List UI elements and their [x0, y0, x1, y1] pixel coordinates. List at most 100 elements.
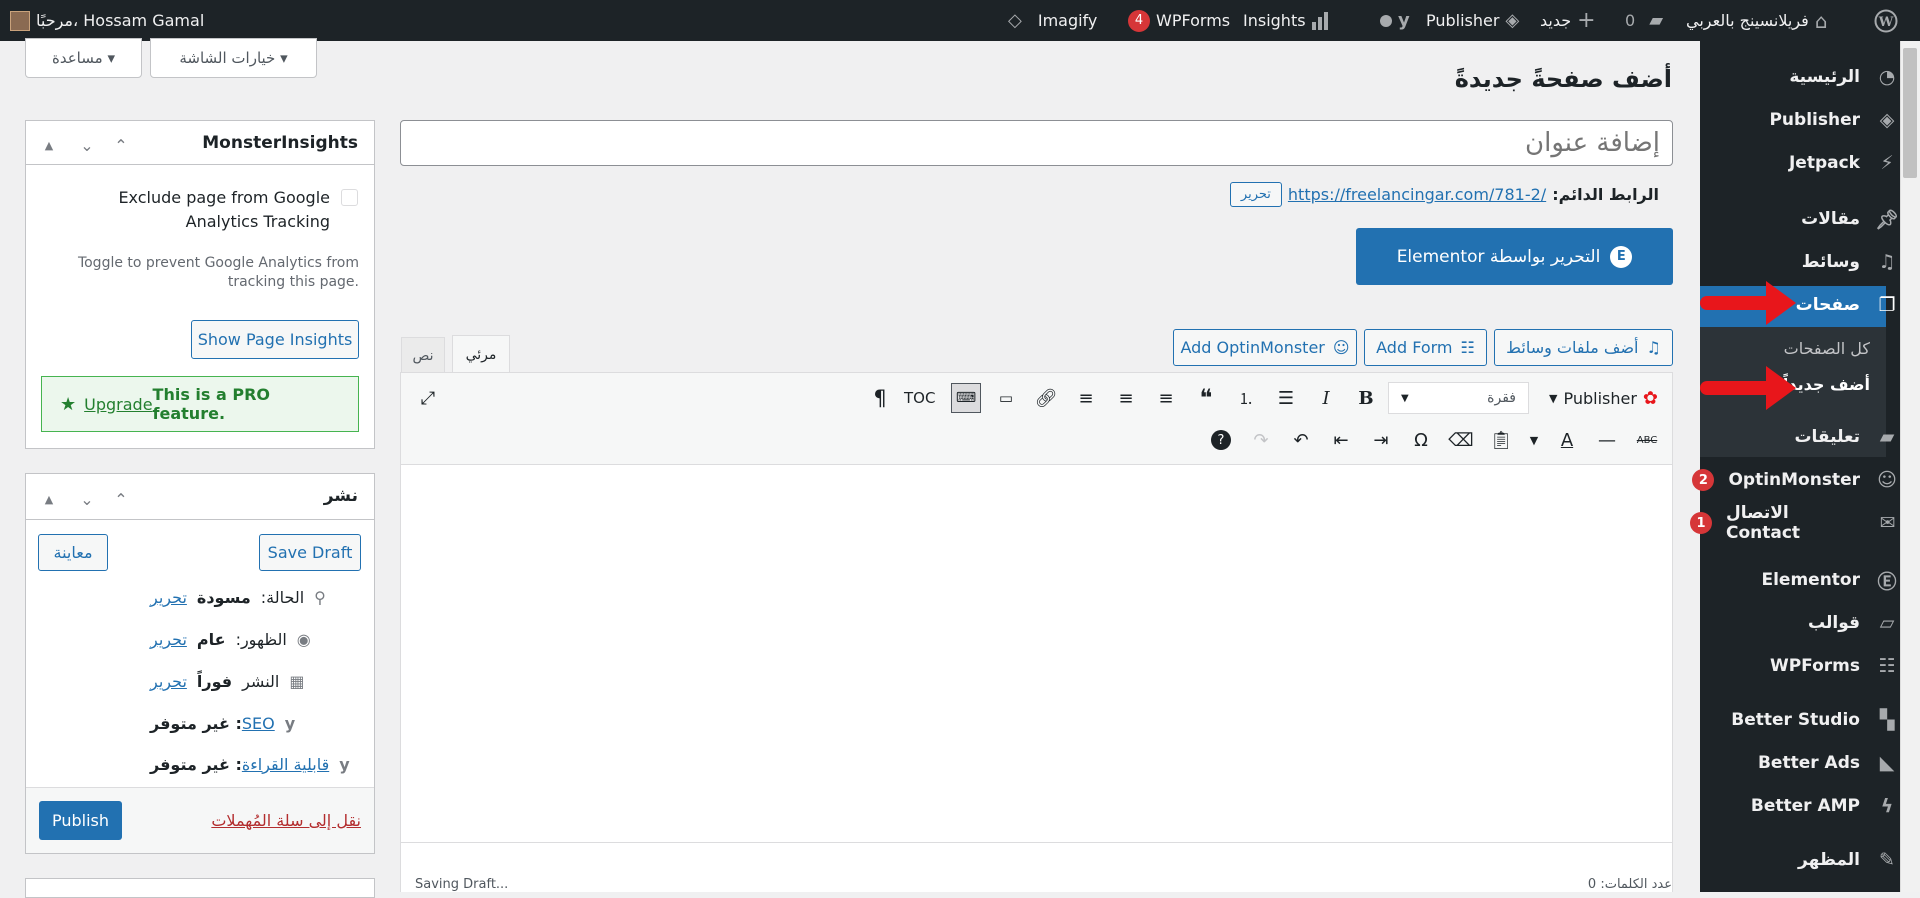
special-character-icon[interactable]: Ω: [1406, 425, 1436, 455]
move-up-icon[interactable]: ▲: [34, 484, 64, 514]
save-draft-button[interactable]: Save Draft: [259, 534, 361, 571]
account-link[interactable]: مرحبًا، Hossam Gamal: [10, 0, 204, 41]
paragraph-mark-icon[interactable]: ¶: [865, 383, 895, 413]
chevron-down-icon[interactable]: ⌄: [72, 484, 102, 514]
sidebar-item-9[interactable]: 1 الاتصال Contact ✉: [1690, 503, 1900, 543]
sidebar-item-8[interactable]: 2 OptinMonster ☺: [1690, 460, 1900, 500]
toolbar-toggle-icon[interactable]: ⌨: [951, 383, 981, 413]
blockquote-icon[interactable]: ❝: [1191, 383, 1221, 413]
sidebar-item-16[interactable]: المظهر ✎: [1690, 840, 1900, 880]
title-input[interactable]: [400, 120, 1673, 166]
permalink-link[interactable]: https://freelancingar.com/781-2/: [1288, 185, 1546, 204]
clear-formatting-icon[interactable]: ⌫: [1446, 425, 1476, 455]
site-name-link[interactable]: فريلانسينج بالعربي ⌂: [1686, 0, 1828, 41]
insights-label: Insights: [1243, 11, 1306, 30]
readability-link[interactable]: قابلية القراءة: [242, 755, 329, 774]
align-right-icon[interactable]: ≡: [1071, 383, 1101, 413]
read-more-icon[interactable]: ▭: [991, 383, 1021, 413]
preview-button[interactable]: معاينة: [38, 534, 108, 571]
redo-icon[interactable]: ↷: [1246, 425, 1276, 455]
horizontal-line-icon[interactable]: —: [1592, 425, 1622, 455]
tab-text[interactable]: نص: [401, 337, 445, 373]
move-up-icon[interactable]: ▲: [34, 130, 64, 160]
tab-visual[interactable]: مرئي: [452, 335, 510, 373]
chevron-up-icon[interactable]: ⌃: [106, 484, 136, 514]
publisher-cube-icon: ◈: [1505, 10, 1520, 31]
new-label: جديد: [1540, 11, 1572, 30]
editor-content-area[interactable]: [401, 466, 1672, 842]
sidebar-item-3[interactable]: Jetpack ⚡: [1690, 143, 1900, 183]
new-content-link[interactable]: جديد +: [1540, 0, 1596, 41]
sidebar-item-1[interactable]: الرئيسية ◔: [1690, 57, 1900, 97]
help-label: مساعدة ▾: [52, 49, 115, 67]
add-form-button[interactable]: Add Form ☷: [1364, 329, 1487, 366]
outdent-icon[interactable]: ⇤: [1326, 425, 1356, 455]
yoast-icon: y: [284, 714, 296, 733]
publish-button[interactable]: Publish: [39, 801, 122, 840]
indent-icon[interactable]: ⇥: [1366, 425, 1396, 455]
paste-text-icon[interactable]: 📋︎: [1486, 425, 1516, 455]
sidebar-item-label: قوالب: [1808, 613, 1860, 633]
tab-visual-label: مرئي: [465, 346, 497, 363]
sidebar-item-5[interactable]: وسائط ♫: [1690, 242, 1900, 282]
fullscreen-icon[interactable]: ⤢: [413, 383, 443, 413]
italic-icon[interactable]: I: [1311, 383, 1341, 413]
undo-icon[interactable]: ↶: [1286, 425, 1316, 455]
sidebar-item-2[interactable]: Publisher ◈: [1690, 100, 1900, 140]
chevron-down-icon[interactable]: ⌄: [72, 130, 102, 160]
sidebar-item-15[interactable]: Better AMP ϟ: [1690, 786, 1900, 826]
upgrade-link[interactable]: Upgrade: [84, 395, 152, 414]
sidebar-item-7[interactable]: تعليقات ▰: [1690, 417, 1900, 457]
help-button[interactable]: مساعدة ▾: [25, 38, 142, 78]
publisher-shortcode-menu[interactable]: ✿ Publisher ▼: [1538, 383, 1658, 413]
show-page-insights-button[interactable]: Show Page Insights: [191, 320, 359, 359]
numbered-list-icon[interactable]: ⒈: [1231, 383, 1261, 413]
insights-bar-link[interactable]: Insights: [1243, 0, 1328, 41]
link-icon[interactable]: 🔗︎: [1031, 383, 1061, 413]
sidebar-item-12[interactable]: WPForms ☷: [1690, 646, 1900, 686]
submenu-all-pages[interactable]: كل الصفحات: [1700, 339, 1886, 358]
add-media-button[interactable]: ♫ أضف ملفات وسائط: [1494, 329, 1673, 366]
scrollbar-thumb[interactable]: [1903, 48, 1917, 178]
edit-schedule-link[interactable]: تحرير: [150, 672, 187, 691]
wordpress-logo-icon[interactable]: W: [1866, 0, 1906, 41]
strikethrough-icon[interactable]: ABC: [1632, 425, 1662, 455]
sidebar-item-4[interactable]: مقالات 📌︎: [1690, 199, 1900, 239]
sidebar-item-14[interactable]: Better Ads ◣: [1690, 743, 1900, 783]
sidebar-badge: 2: [1692, 469, 1715, 491]
chevron-up-icon[interactable]: ⌃: [106, 130, 136, 160]
align-center-icon[interactable]: ≡: [1111, 383, 1141, 413]
edit-visibility-link[interactable]: تحرير: [150, 630, 187, 649]
yoast-bar-link[interactable]: y: [1380, 0, 1410, 41]
sidebar-item-label: Better Ads: [1757, 753, 1860, 773]
sidebar-item-10[interactable]: Elementor Ⓔ: [1690, 560, 1900, 600]
schedule-value: فوراً: [196, 672, 233, 691]
seo-link[interactable]: SEO: [242, 714, 275, 733]
wpforms-bar-link[interactable]: 4 WPForms: [1128, 0, 1230, 41]
text-color-icon[interactable]: A: [1552, 425, 1582, 455]
sidebar-item-label: OptinMonster: [1728, 470, 1860, 490]
sidebar-item-13[interactable]: Better Studio ▚: [1690, 700, 1900, 740]
sidebar-item-label: الاتصال Contact: [1726, 503, 1801, 543]
arrowhead-icon: [1766, 366, 1796, 410]
screen-options-button[interactable]: خيارات الشاشة ▾: [150, 38, 317, 78]
toc-button[interactable]: TOC: [904, 383, 935, 413]
edit-status-link[interactable]: تحرير: [150, 588, 187, 607]
bold-icon[interactable]: B: [1351, 383, 1381, 413]
exclude-tracking-checkbox[interactable]: [341, 189, 358, 206]
comments-link[interactable]: 0 ▰: [1625, 0, 1663, 41]
align-left-icon[interactable]: ≡: [1151, 383, 1181, 413]
sidebar-item-11[interactable]: قوالب ▱: [1690, 603, 1900, 643]
elementor-edit-button[interactable]: E التحرير بواسطة Elementor: [1356, 228, 1673, 285]
permalink-edit-button[interactable]: تحرير: [1229, 182, 1282, 207]
publisher-bar-link[interactable]: Publisher ◈: [1426, 0, 1519, 41]
sidebar-item-label: مقالات: [1801, 209, 1860, 229]
sidebar-item-label: WPForms: [1769, 656, 1860, 676]
imagify-bar-link[interactable]: ◇ Imagify: [1008, 0, 1097, 41]
bullet-list-icon[interactable]: ☰: [1271, 383, 1301, 413]
paragraph-format-select[interactable]: فقرة ▼: [1388, 382, 1529, 414]
move-to-trash-link[interactable]: نقل إلى سلة المُهملات: [211, 811, 361, 830]
help-icon[interactable]: ?: [1206, 425, 1236, 455]
color-dropdown-icon[interactable]: ▼: [1526, 425, 1542, 455]
add-optinmonster-button[interactable]: Add OptinMonster ☺: [1173, 329, 1357, 366]
